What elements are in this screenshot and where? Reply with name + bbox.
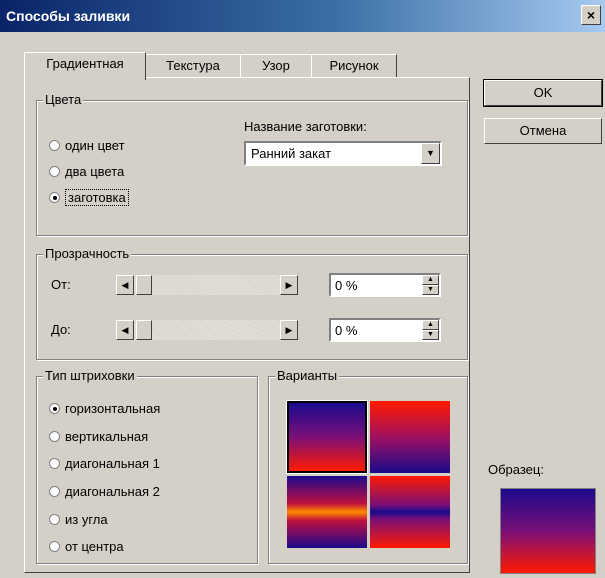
radio-two-colors[interactable]: два цвета: [49, 164, 124, 179]
radio-dot[interactable]: [49, 403, 60, 414]
radio-vertical[interactable]: вертикальная: [49, 429, 148, 444]
variant-swatch-4[interactable]: [370, 476, 450, 548]
scroll-left-icon[interactable]: ◀: [116, 275, 134, 295]
radio-dot[interactable]: [49, 541, 60, 552]
spin-down-icon[interactable]: ▼: [422, 285, 439, 295]
slider-thumb[interactable]: [136, 320, 152, 340]
to-slider[interactable]: ◀ ▶: [115, 319, 299, 341]
spin-down-icon[interactable]: ▼: [422, 330, 439, 340]
radio-label: диагональная 2: [65, 484, 160, 499]
radio-from-corner[interactable]: из угла: [49, 512, 108, 527]
radio-preset[interactable]: заготовка: [49, 189, 129, 206]
from-slider[interactable]: ◀ ▶: [115, 274, 299, 296]
radio-label: горизонтальная: [65, 401, 161, 416]
radio-dot[interactable]: [49, 458, 60, 469]
tab-pattern[interactable]: Узор: [240, 54, 312, 78]
radio-label: заготовка: [65, 189, 129, 206]
variant-swatch-3[interactable]: [287, 476, 367, 548]
variant-swatch-1[interactable]: [286, 400, 368, 474]
radio-one-color[interactable]: один цвет: [49, 138, 125, 153]
title-bar: Способы заливки ×: [0, 0, 605, 32]
to-value: 0 %: [335, 323, 358, 338]
to-spinner[interactable]: 0 % ▲ ▼: [329, 318, 441, 342]
sample-label: Образец:: [488, 462, 544, 477]
radio-label: диагональная 1: [65, 456, 160, 471]
scroll-left-icon[interactable]: ◀: [116, 320, 134, 340]
tab-texture[interactable]: Текстура: [145, 54, 241, 78]
radio-label: вертикальная: [65, 429, 149, 444]
spin-up-icon[interactable]: ▲: [422, 320, 439, 330]
radio-dot[interactable]: [49, 431, 60, 442]
radio-dot[interactable]: [49, 192, 60, 203]
sample-preview: [500, 488, 596, 574]
radio-diagonal-2[interactable]: диагональная 2: [49, 484, 160, 499]
shading-legend: Тип штриховки: [43, 368, 137, 383]
radio-from-center[interactable]: от центра: [49, 539, 124, 554]
radio-label: один цвет: [65, 138, 125, 153]
radio-dot[interactable]: [49, 166, 60, 177]
radio-dot[interactable]: [49, 140, 60, 151]
variants-group: Варианты: [268, 368, 468, 564]
to-label: До:: [51, 322, 71, 337]
radio-label: два цвета: [65, 164, 125, 179]
spin-up-icon[interactable]: ▲: [422, 275, 439, 285]
colors-group: Цвета один цвет два цвета заготовка Назв…: [36, 92, 468, 236]
radio-label: от центра: [65, 539, 124, 554]
scroll-right-icon[interactable]: ▶: [280, 275, 298, 295]
close-button[interactable]: ×: [581, 5, 601, 25]
cancel-button[interactable]: Отмена: [484, 118, 602, 144]
preset-select[interactable]: Ранний закат ▼: [244, 141, 442, 166]
radio-label: из угла: [65, 512, 108, 527]
from-spinner[interactable]: 0 % ▲ ▼: [329, 273, 441, 297]
tab-gradient[interactable]: Градиентная: [24, 52, 146, 80]
variant-swatch-2[interactable]: [370, 401, 450, 473]
slider-thumb[interactable]: [136, 275, 152, 295]
window-title: Способы заливки: [6, 8, 131, 24]
radio-dot[interactable]: [49, 486, 60, 497]
ok-button[interactable]: OK: [483, 79, 603, 107]
chevron-down-icon[interactable]: ▼: [421, 143, 440, 164]
preset-name-label: Название заготовки:: [244, 119, 367, 134]
transparency-group: Прозрачность От: ◀ ▶ 0 % ▲ ▼ До: ◀ ▶ 0 %…: [36, 246, 468, 360]
radio-horizontal[interactable]: горизонтальная: [49, 401, 160, 416]
radio-dot[interactable]: [49, 514, 60, 525]
variants-legend: Варианты: [275, 368, 340, 383]
scroll-right-icon[interactable]: ▶: [280, 320, 298, 340]
radio-diagonal-1[interactable]: диагональная 1: [49, 456, 160, 471]
tab-picture[interactable]: Рисунок: [311, 54, 397, 78]
shading-group: Тип штриховки горизонтальная вертикальна…: [36, 368, 258, 564]
from-value: 0 %: [335, 278, 358, 293]
preset-select-value: Ранний закат: [251, 146, 332, 161]
colors-legend: Цвета: [43, 92, 84, 107]
transparency-legend: Прозрачность: [43, 246, 132, 261]
from-label: От:: [51, 277, 71, 292]
